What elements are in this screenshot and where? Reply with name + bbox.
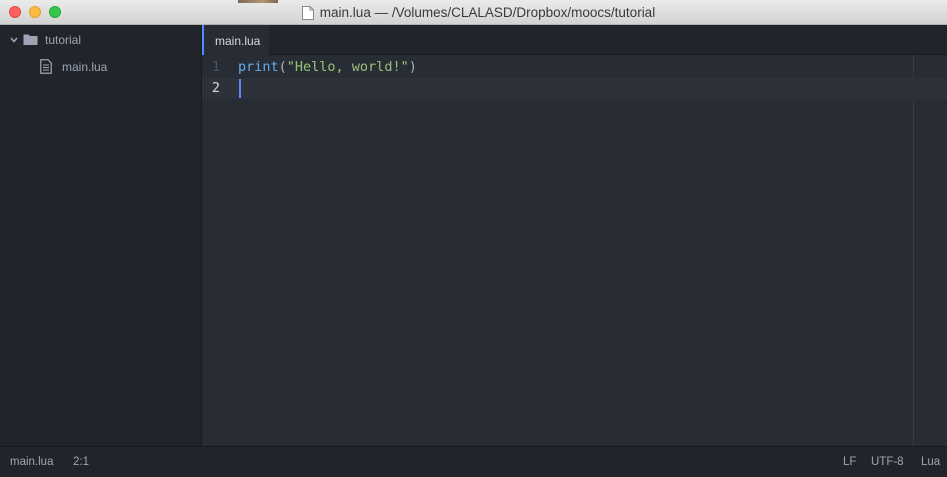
- line-number[interactable]: 2: [202, 80, 220, 96]
- status-file-name[interactable]: main.lua: [10, 456, 53, 468]
- window-title: main.lua — /Volumes/CLALASD/Dropbox/mooc…: [319, 5, 656, 20]
- status-grammar[interactable]: Lua: [921, 456, 940, 468]
- tab-bar: main.lua: [202, 25, 947, 55]
- tab-label: main.lua: [215, 34, 261, 48]
- tree-file-label: main.lua: [62, 60, 108, 74]
- chevron-down-icon[interactable]: [9, 34, 19, 44]
- document-icon[interactable]: [301, 5, 314, 20]
- code-token-function: print: [238, 59, 279, 75]
- tree-view: tutorial main.lua: [0, 25, 202, 446]
- tree-folder-label: tutorial: [45, 33, 82, 47]
- tree-file-main-lua[interactable]: main.lua: [0, 56, 201, 78]
- code-token-paren-close: ): [408, 59, 417, 75]
- text-editor[interactable]: 1 print("Hello, world!") 2: [202, 55, 947, 446]
- editor-pane: main.lua 1 print("Hello, world!") 2: [202, 25, 947, 446]
- code-line-active[interactable]: 2: [202, 78, 947, 99]
- editor-window: main.lua — /Volumes/CLALASD/Dropbox/mooc…: [0, 0, 947, 477]
- status-cursor-position[interactable]: 2:1: [73, 456, 89, 468]
- status-line-ending[interactable]: LF: [843, 456, 856, 468]
- status-encoding[interactable]: UTF-8: [871, 456, 904, 468]
- code-token-string: "Hello, world!": [286, 59, 409, 75]
- file-text-icon: [40, 59, 52, 74]
- code-line[interactable]: 1 print("Hello, world!"): [202, 57, 947, 78]
- text-cursor: [239, 79, 241, 98]
- status-bar: main.lua 2:1 LF UTF-8 Lua: [0, 446, 947, 477]
- line-number[interactable]: 1: [202, 59, 220, 75]
- code-text[interactable]: print("Hello, world!"): [238, 59, 417, 75]
- title-bar: main.lua — /Volumes/CLALASD/Dropbox/mooc…: [0, 0, 947, 25]
- window-title-container: main.lua — /Volumes/CLALASD/Dropbox/mooc…: [0, 0, 947, 25]
- tab-main-lua[interactable]: main.lua: [202, 25, 269, 55]
- code-token-paren-open: (: [278, 59, 287, 75]
- folder-icon: [23, 33, 38, 46]
- wrap-guide: [913, 55, 914, 446]
- tree-folder-tutorial[interactable]: tutorial: [0, 29, 201, 51]
